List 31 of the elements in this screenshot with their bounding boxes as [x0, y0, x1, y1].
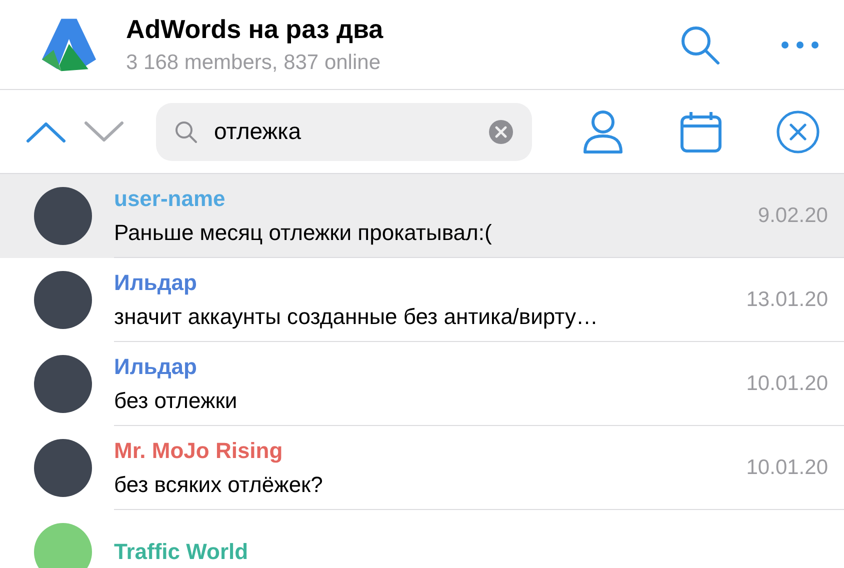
search-icon [174, 120, 198, 144]
message-date: 9.02.20 [758, 204, 828, 228]
sender-name: Traffic World [114, 539, 250, 565]
more-icon[interactable] [780, 40, 820, 48]
clear-icon[interactable] [488, 118, 514, 144]
sender-name: Ильдар [114, 354, 198, 380]
message-text: Раньше месяц отлежки прокатывал:( [114, 220, 493, 246]
result-row[interactable]: Ильдар без отлежки 10.01.20 [0, 342, 844, 426]
sender-name: Ильдар [114, 270, 198, 296]
result-row[interactable]: Ильдар значит аккаунты созданные без антика/вирту… 13.01.20 [0, 258, 844, 342]
triangle-logo-icon [40, 16, 98, 72]
member-count: 3 168 members, 837 online [126, 51, 382, 75]
message-text: значит аккаунты созданные без антика/вирту… [114, 304, 599, 330]
avatar-placeholder [34, 523, 92, 568]
chevron-down-icon[interactable] [84, 120, 124, 142]
chevron-up-icon[interactable] [26, 120, 66, 142]
result-row[interactable]: Mr. MoJo Rising без всяких отлёжек? 10.01.20 [0, 426, 844, 510]
sender-name: user-name [114, 186, 226, 212]
person-icon[interactable] [582, 110, 624, 154]
search-input[interactable]: отлежка [214, 118, 472, 145]
chat-title: AdWords на раз два [126, 14, 384, 45]
calendar-icon[interactable] [680, 110, 722, 152]
message-text: без всяких отлёжек? [114, 472, 324, 498]
search-field[interactable]: отлежка [156, 102, 532, 160]
message-date: 13.01.20 [746, 288, 828, 312]
message-date: 10.01.20 [746, 372, 828, 396]
message-date: 10.01.20 [746, 456, 828, 480]
close-icon[interactable] [776, 110, 820, 154]
result-row[interactable]: user-name Раньше месяц отлежки прокатывал:( 9.02.20 [0, 174, 844, 258]
message-text: без отлежки [114, 388, 238, 414]
sender-name: Mr. MoJo Rising [114, 438, 284, 464]
